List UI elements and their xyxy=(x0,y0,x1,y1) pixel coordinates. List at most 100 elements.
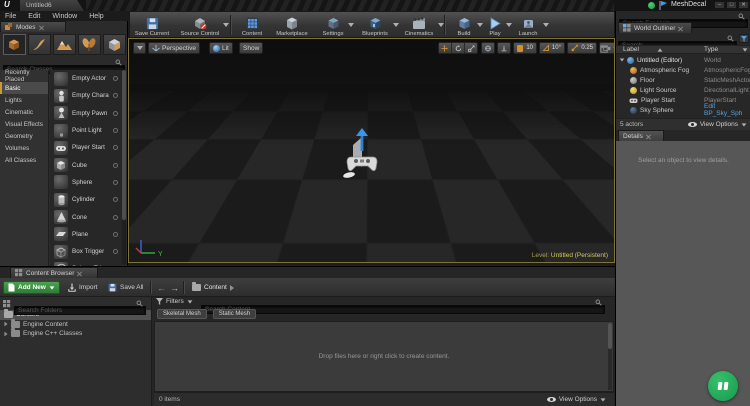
category-cinematic[interactable]: Cinematic xyxy=(0,106,48,118)
category-all-classes[interactable]: All Classes xyxy=(0,154,48,166)
content-button[interactable]: Content xyxy=(235,13,269,37)
row-type-link[interactable]: Edit BP_Sky_Sph xyxy=(704,103,750,117)
placeable-plane[interactable]: Plane xyxy=(50,226,122,243)
mode-geometry-button[interactable] xyxy=(103,34,126,55)
menu-item-window[interactable]: Window xyxy=(52,13,77,20)
outliner-row-floor[interactable]: Floor StaticMeshActor xyxy=(616,75,750,85)
scale-snap-group[interactable]: 0.25 xyxy=(567,42,597,54)
drag-handle-icon[interactable] xyxy=(113,76,118,82)
level-viewport[interactable]: Perspective Lit Show 10 10° 0.25 Y Level… xyxy=(128,38,615,263)
sources-toggle-icon[interactable] xyxy=(3,300,11,308)
breadcrumb[interactable]: Content xyxy=(188,281,238,294)
drag-handle-icon[interactable] xyxy=(113,214,118,220)
menu-item-edit[interactable]: Edit xyxy=(28,13,40,20)
outliner-row-sky-sphere[interactable]: Sky Sphere Edit BP_Sky_Sph xyxy=(616,103,750,117)
drag-handle-icon[interactable] xyxy=(113,231,118,237)
minimize-button[interactable]: – xyxy=(714,1,725,9)
close-icon[interactable] xyxy=(77,271,82,276)
content-search[interactable] xyxy=(201,298,605,314)
placeable-empty-pawn[interactable]: Empty Pawn xyxy=(50,105,122,122)
maximize-button[interactable]: □ xyxy=(726,1,737,9)
settings-button[interactable]: Settings xyxy=(316,13,354,37)
menu-item-file[interactable]: File xyxy=(5,13,16,20)
build-button[interactable]: Build xyxy=(449,13,483,37)
close-icon[interactable] xyxy=(678,26,683,31)
save-all-button[interactable]: Save All xyxy=(104,281,148,294)
drag-handle-icon[interactable] xyxy=(113,197,118,203)
folder-engine-cpp-classes[interactable]: Engine C++ Classes xyxy=(0,328,151,339)
close-icon[interactable] xyxy=(39,25,44,30)
folders-search[interactable] xyxy=(14,299,146,315)
expand-caret-icon[interactable] xyxy=(619,58,625,62)
grid-snap-group[interactable]: 10 xyxy=(513,42,537,54)
outliner-filter-button[interactable] xyxy=(739,34,749,43)
dropdown-caret-icon[interactable] xyxy=(348,23,354,27)
menu-item-help[interactable]: Help xyxy=(89,13,103,20)
back-button[interactable]: ← xyxy=(155,281,168,294)
dropdown-caret-icon[interactable] xyxy=(543,23,549,27)
marketplace-button[interactable]: Marketplace xyxy=(271,13,313,37)
category-volumes[interactable]: Volumes xyxy=(0,142,48,154)
cinematics-button[interactable]: Cinematics xyxy=(398,13,444,37)
rotate-tool-icon[interactable] xyxy=(455,44,462,53)
folders-search-input[interactable] xyxy=(14,306,146,315)
drag-handle-icon[interactable] xyxy=(113,93,118,99)
category-lights[interactable]: Lights xyxy=(0,94,48,106)
world-outliner-tab[interactable]: World Outliner xyxy=(618,22,692,33)
import-button[interactable]: Import xyxy=(64,281,101,294)
scale-tool-icon[interactable] xyxy=(468,44,475,53)
drag-handle-icon[interactable] xyxy=(113,179,118,185)
drag-handle-icon[interactable] xyxy=(113,110,118,116)
category-visual-effects[interactable]: Visual Effects xyxy=(0,118,48,130)
close-button[interactable]: ✕ xyxy=(738,1,749,9)
outliner-search[interactable] xyxy=(618,34,737,50)
filter-chip-static-mesh[interactable]: Static Mesh xyxy=(212,309,257,319)
category-recently-placed[interactable]: Recently Placed xyxy=(0,69,48,83)
perspective-button[interactable]: Perspective xyxy=(148,42,200,54)
drag-handle-icon[interactable] xyxy=(113,128,118,134)
maximize-viewport-icon[interactable] xyxy=(600,45,608,53)
close-icon[interactable] xyxy=(646,134,651,139)
scale-snap-value[interactable]: 0.25 xyxy=(581,45,593,51)
type-column-header[interactable]: Type xyxy=(704,46,718,53)
modes-search[interactable] xyxy=(3,58,125,74)
label-column-header[interactable]: Label xyxy=(623,46,639,53)
placeable-cube[interactable]: Cube xyxy=(50,156,122,173)
placeable-player-start[interactable]: Player Start xyxy=(50,139,122,156)
world-local-toggle[interactable] xyxy=(481,42,495,54)
screenshare-overlay-button[interactable] xyxy=(708,371,738,401)
mode-paint-button[interactable] xyxy=(28,34,51,55)
dropdown-caret-icon[interactable] xyxy=(223,23,229,27)
move-tool-icon[interactable] xyxy=(441,44,448,53)
source-control-button[interactable]: Source Control xyxy=(175,13,229,37)
expand-caret-icon[interactable] xyxy=(4,321,8,327)
surface-snapping-button[interactable] xyxy=(497,42,511,54)
blueprints-button[interactable]: Blueprints xyxy=(355,13,399,37)
launch-button[interactable]: Launch xyxy=(511,13,549,37)
category-basic[interactable]: Basic xyxy=(0,82,48,94)
viewport-options-button[interactable] xyxy=(133,42,146,54)
outliner-row-light-source[interactable]: Light Source DirectionalLight xyxy=(616,85,750,95)
mode-landscape-button[interactable] xyxy=(53,34,76,55)
details-tab[interactable]: Details xyxy=(618,130,664,141)
lit-button[interactable]: Lit xyxy=(209,42,233,54)
column-options-caret-icon[interactable] xyxy=(742,47,748,52)
placeable-box-trigger[interactable]: Box Trigger xyxy=(50,243,122,260)
rotation-snap-value[interactable]: 10° xyxy=(552,45,561,51)
mode-place-button[interactable] xyxy=(3,34,26,55)
expand-caret-icon[interactable] xyxy=(4,331,8,337)
play-button[interactable]: Play xyxy=(482,13,512,37)
placeable-sphere[interactable]: Sphere xyxy=(50,174,122,191)
forward-button[interactable]: → xyxy=(168,281,181,294)
mode-foliage-button[interactable] xyxy=(78,34,101,55)
save-current-button[interactable]: Save Current xyxy=(132,13,172,37)
placeable-empty-character[interactable]: Empty Character xyxy=(50,87,122,104)
placeable-point-light[interactable]: Point Light xyxy=(50,122,122,139)
help-search[interactable] xyxy=(619,12,748,28)
category-geometry[interactable]: Geometry xyxy=(0,130,48,142)
level-value[interactable]: Untitled (Persistent) xyxy=(551,252,608,259)
outliner-row-atmospheric-fog[interactable]: Atmospheric Fog AtmosphericFog xyxy=(616,65,750,75)
show-button[interactable]: Show xyxy=(239,42,264,54)
grid-snap-value[interactable]: 10 xyxy=(526,45,533,51)
filter-chip-skeletal-mesh[interactable]: Skeletal Mesh xyxy=(157,309,207,319)
